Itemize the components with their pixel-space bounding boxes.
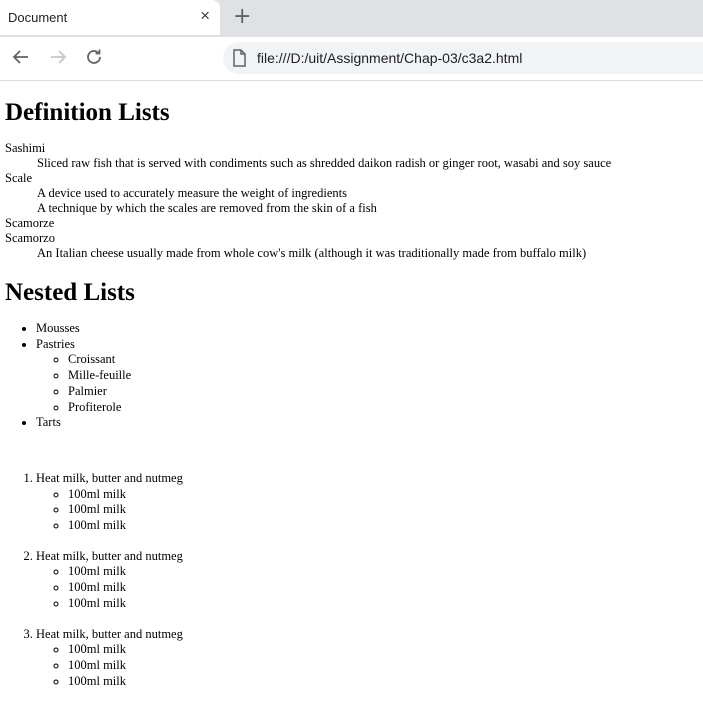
term-scamorzo: Scamorzo: [5, 231, 55, 245]
browser-toolbar: file:///D:/uit/Assignment/Chap-03/c3a2.h…: [0, 37, 703, 81]
nested-list-item: 100ml milk: [68, 658, 703, 674]
definition-scale-device: A device used to accurately measure the …: [37, 186, 347, 200]
address-bar[interactable]: file:///D:/uit/Assignment/Chap-03/c3a2.h…: [223, 42, 703, 74]
nested-list: 100ml milk 100ml milk 100ml milk: [36, 642, 703, 689]
ordered-list-item: Heat milk, butter and nutmeg 100ml milk …: [36, 627, 703, 690]
definition-scale-technique: A technique by which the scales are remo…: [37, 201, 377, 215]
step-text: Heat milk, butter and nutmeg: [36, 548, 183, 563]
nested-list-item: 100ml milk: [68, 674, 703, 690]
definition-scamorzo: An Italian cheese usually made from whol…: [37, 246, 587, 260]
definition-list: Sashimi Sliced raw fish that is served w…: [5, 141, 703, 261]
nested-list-item: 100ml milk: [68, 564, 703, 580]
list-item: Pastries Croissant Mille-feuille Palmier…: [36, 337, 703, 416]
tab-title: Document: [8, 10, 68, 25]
nested-list: Croissant Mille-feuille Palmier Profiter…: [36, 352, 703, 415]
nested-list-item: 100ml milk: [68, 596, 703, 612]
list-item: Mousses: [36, 321, 703, 337]
ordered-list: Heat milk, butter and nutmeg 100ml milk …: [5, 471, 703, 689]
back-arrow-icon[interactable]: [10, 46, 32, 73]
nested-list-item: Mille-feuille: [68, 368, 703, 384]
tab-strip: Document × +: [0, 0, 703, 37]
nested-list-item: 100ml milk: [68, 487, 703, 503]
term-scale: Scale: [5, 171, 33, 185]
url-text: file:///D:/uit/Assignment/Chap-03/c3a2.h…: [257, 50, 523, 66]
term-sashimi: Sashimi: [5, 141, 46, 155]
file-icon: [231, 49, 247, 72]
nested-lists-heading: Nested Lists: [5, 279, 135, 306]
nested-list-item: Profiterole: [68, 400, 703, 416]
list-item-text: Mousses: [36, 321, 80, 335]
nested-list-item: Palmier: [68, 384, 703, 400]
ordered-list-item: Heat milk, butter and nutmeg 100ml milk …: [36, 471, 703, 534]
list-item-text: Tarts: [36, 415, 61, 430]
close-tab-icon[interactable]: ×: [200, 6, 210, 26]
term-scamorze: Scamorze: [5, 216, 55, 230]
list-item: Tarts: [36, 415, 703, 431]
tab-document[interactable]: Document ×: [0, 0, 220, 35]
reload-icon[interactable]: [83, 46, 105, 73]
definition-sashimi: Sliced raw fish that is served with cond…: [37, 156, 612, 170]
nested-list: 100ml milk 100ml milk 100ml milk: [36, 564, 703, 611]
nested-list-item: 100ml milk: [68, 642, 703, 658]
forward-arrow-icon[interactable]: [47, 46, 69, 73]
nested-list-item: 100ml milk: [68, 518, 703, 534]
definition-lists-heading: Definition Lists: [5, 99, 170, 126]
unordered-list: Mousses Pastries Croissant Mille-feuille…: [5, 321, 703, 431]
nested-list-item: 100ml milk: [68, 502, 703, 518]
ordered-list-item: Heat milk, butter and nutmeg 100ml milk …: [36, 549, 703, 612]
new-tab-icon[interactable]: +: [233, 4, 251, 29]
step-text: Heat milk, butter and nutmeg: [36, 470, 183, 485]
list-item-text: Pastries: [36, 336, 75, 351]
step-text: Heat milk, butter and nutmeg: [36, 626, 183, 641]
page-content: Definition Lists Sashimi Sliced raw fish…: [0, 98, 703, 689]
nested-list: 100ml milk 100ml milk 100ml milk: [36, 487, 703, 534]
nested-list-item: 100ml milk: [68, 580, 703, 596]
nested-list-item: Croissant: [68, 352, 703, 368]
